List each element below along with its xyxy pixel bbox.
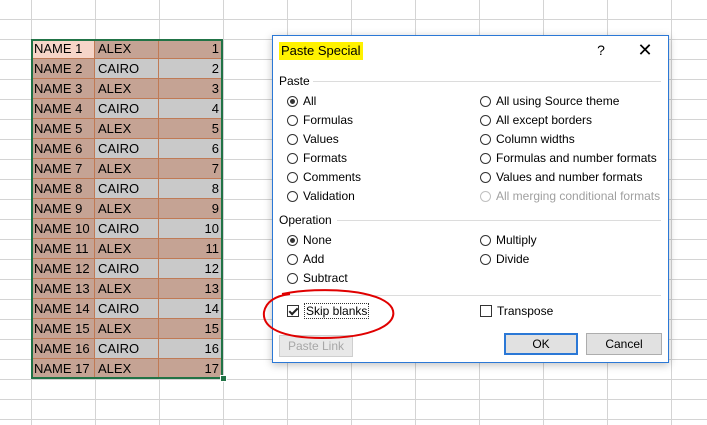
- paste-option[interactable]: Formulas: [287, 112, 353, 128]
- paste-separator: [313, 81, 661, 82]
- paste-option[interactable]: Validation: [287, 188, 355, 204]
- operation-radio[interactable]: [480, 234, 491, 246]
- operation-label: None: [303, 233, 332, 247]
- paste-label: Formats: [303, 151, 348, 165]
- paste-option[interactable]: Values and number formats: [480, 169, 643, 185]
- operation-label: Subtract: [303, 271, 348, 285]
- operation-label: Multiply: [496, 233, 537, 247]
- paste-radio[interactable]: [287, 95, 298, 107]
- paste-label: Values and number formats: [496, 170, 643, 184]
- operation-radio[interactable]: [287, 272, 298, 284]
- operation-radio[interactable]: [287, 234, 298, 246]
- transpose-option[interactable]: Transpose: [480, 303, 553, 319]
- paste-label: Validation: [303, 189, 355, 203]
- paste-radio[interactable]: [480, 152, 491, 164]
- operation-radio[interactable]: [480, 253, 491, 265]
- dialog-title: Paste Special: [279, 42, 363, 60]
- paste-option[interactable]: Column widths: [480, 131, 575, 147]
- paste-label: Formulas and number formats: [496, 151, 657, 165]
- paste-link-button[interactable]: Paste Link: [279, 335, 353, 357]
- operation-label: Divide: [496, 252, 530, 266]
- operation-option[interactable]: None: [287, 232, 332, 248]
- paste-option[interactable]: All except borders: [480, 112, 592, 128]
- paste-radio[interactable]: [287, 133, 298, 145]
- paste-label: All using Source theme: [496, 94, 620, 108]
- ok-button[interactable]: OK: [504, 333, 578, 355]
- paste-radio: [480, 190, 491, 202]
- operation-option[interactable]: Multiply: [480, 232, 537, 248]
- paste-radio[interactable]: [480, 95, 491, 107]
- help-button[interactable]: ?: [593, 42, 609, 58]
- paste-label: All: [303, 94, 317, 108]
- paste-label: Comments: [303, 170, 362, 184]
- paste-option[interactable]: All: [287, 93, 316, 109]
- operation-option[interactable]: Subtract: [287, 270, 348, 286]
- transpose-checkbox[interactable]: [480, 305, 492, 317]
- transpose-label: Transpose: [497, 304, 554, 318]
- paste-label: Formulas: [303, 113, 354, 127]
- paste-option[interactable]: Values: [287, 131, 339, 147]
- dialog-title-bar[interactable]: Paste Special ? ✕: [273, 36, 668, 66]
- paste-label: All except borders: [496, 113, 593, 127]
- operation-label: Add: [303, 252, 325, 266]
- fill-handle[interactable]: [220, 375, 227, 382]
- cancel-button[interactable]: Cancel: [586, 333, 662, 355]
- paste-radio[interactable]: [480, 171, 491, 183]
- paste-radio[interactable]: [287, 152, 298, 164]
- operation-option[interactable]: Divide: [480, 251, 529, 267]
- operation-radio[interactable]: [287, 253, 298, 265]
- paste-option[interactable]: Comments: [287, 169, 361, 185]
- paste-radio[interactable]: [287, 190, 298, 202]
- skip-blanks-label: Skip blanks: [304, 303, 370, 319]
- paste-label: All merging conditional formats: [496, 189, 661, 203]
- checkbox-separator: [279, 295, 661, 296]
- paste-radio[interactable]: [287, 171, 298, 183]
- operation-option[interactable]: Add: [287, 251, 324, 267]
- close-button[interactable]: ✕: [635, 40, 655, 60]
- paste-option: All merging conditional formats: [480, 188, 660, 204]
- paste-label: Column widths: [496, 132, 575, 146]
- paste-radio[interactable]: [287, 114, 298, 126]
- skip-blanks-option[interactable]: Skip blanks: [287, 303, 370, 319]
- selection-border: [31, 39, 223, 379]
- paste-group-label: Paste: [279, 74, 310, 88]
- paste-radio[interactable]: [480, 114, 491, 126]
- paste-special-dialog: Paste Special ? ✕ Paste All Formulas Value…: [272, 35, 669, 363]
- operation-separator: [337, 220, 661, 221]
- operation-group-label: Operation: [279, 213, 332, 227]
- paste-option[interactable]: Formats: [287, 150, 347, 166]
- paste-label: Values: [303, 132, 339, 146]
- paste-radio[interactable]: [480, 133, 491, 145]
- paste-option[interactable]: Formulas and number formats: [480, 150, 657, 166]
- skip-blanks-checkbox[interactable]: [287, 305, 299, 317]
- paste-option[interactable]: All using Source theme: [480, 93, 619, 109]
